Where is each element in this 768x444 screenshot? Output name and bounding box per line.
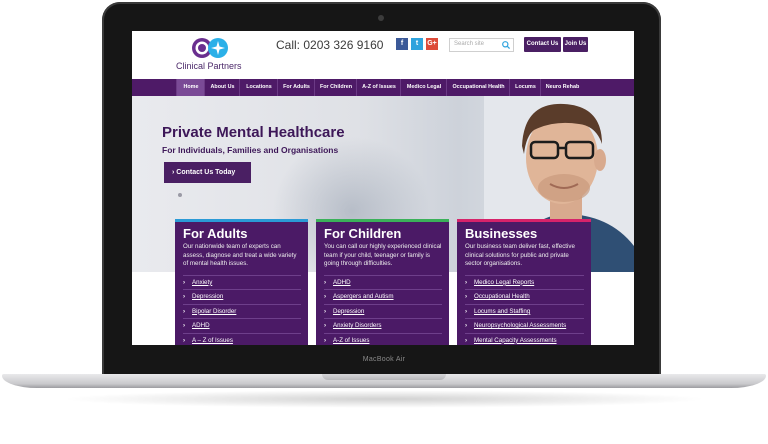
list-item[interactable]: › Mental Capacity Assessments	[465, 332, 584, 345]
chevron-right-icon: ›	[465, 293, 468, 301]
chevron-right-icon: ›	[324, 322, 327, 330]
nav-neuro-rehab[interactable]: Neuro Rehab	[540, 79, 584, 96]
hero-title: Private Mental Healthcare	[162, 124, 345, 141]
chevron-right-icon: ›	[465, 278, 468, 286]
nav-occupational-health[interactable]: Occupational Health	[446, 79, 510, 96]
contact-us-button[interactable]: Contact Us	[524, 37, 561, 52]
nav-about-us[interactable]: About Us	[204, 79, 240, 96]
nav-locations[interactable]: Locations	[239, 79, 278, 96]
chevron-right-icon: ›	[183, 307, 186, 315]
nav-locums[interactable]: Locums	[509, 79, 541, 96]
list-item[interactable]: › Anxiety	[183, 274, 301, 290]
list-item[interactable]: › Anxiety Disorders	[324, 318, 442, 333]
chevron-right-icon: ›	[324, 278, 327, 286]
laptop-notch	[322, 374, 446, 380]
nav-medico-legal[interactable]: Medico Legal	[400, 79, 447, 96]
list-item[interactable]: › ADHD	[183, 318, 301, 333]
search-placeholder: Search site	[454, 41, 485, 47]
list-item[interactable]: › Locums and Staffing	[465, 303, 584, 319]
logo-icon[interactable]	[190, 37, 232, 59]
chevron-right-icon: ›	[465, 336, 468, 344]
card-title[interactable]: For Children	[324, 226, 442, 241]
site-header: Clinical Partners Call: 0203 326 9160 f …	[132, 31, 634, 79]
card-description: Our nationwide team of experts can asses…	[183, 243, 297, 268]
laptop-mockup: MacBook Air Clinical Partners Call: 0203…	[0, 0, 768, 444]
card-accent-bar	[457, 219, 591, 222]
hero-subtitle: For Individuals, Families and Organisati…	[162, 145, 339, 155]
chevron-right-icon: ›	[183, 293, 186, 301]
main-nav: Home About Us Locations For Adults For C…	[132, 79, 634, 96]
list-item[interactable]: › A – Z of Issues	[183, 332, 301, 345]
list-item[interactable]: › ADHD	[324, 274, 442, 290]
twitter-icon[interactable]: t	[411, 38, 423, 50]
website-screen: Clinical Partners Call: 0203 326 9160 f …	[132, 31, 634, 345]
chevron-right-icon: ›	[183, 336, 186, 344]
list-item[interactable]: › A-Z of Issues	[324, 332, 442, 345]
search-icon[interactable]	[501, 40, 511, 50]
facebook-icon[interactable]: f	[396, 38, 408, 50]
card-description: Our business team deliver fast, effectiv…	[465, 243, 575, 268]
nav-for-adults[interactable]: For Adults	[277, 79, 315, 96]
list-item[interactable]: › Bipolar Disorder	[183, 303, 301, 319]
nav-home[interactable]: Home	[176, 79, 205, 96]
contact-us-today-button[interactable]: › Contact Us Today	[164, 162, 251, 183]
card-for-children: For Children You can call our highly exp…	[316, 219, 449, 345]
search-input[interactable]: Search site	[449, 38, 514, 52]
list-item[interactable]: › Aspergers and Autism	[324, 289, 442, 304]
chevron-right-icon: ›	[183, 278, 186, 286]
laptop-shadow	[60, 390, 708, 408]
list-item[interactable]: › Depression	[183, 289, 301, 304]
cta-label: Contact Us Today	[176, 169, 236, 176]
camera-icon	[378, 15, 384, 21]
list-item[interactable]: › Neuropsychological Assessments	[465, 318, 584, 333]
nav-a-z-of-issues[interactable]: A-Z of Issues	[356, 79, 401, 96]
chevron-right-icon: ›	[465, 307, 468, 315]
list-item[interactable]: › Depression	[324, 303, 442, 319]
card-accent-bar	[175, 219, 308, 222]
card-title[interactable]: For Adults	[183, 226, 301, 241]
laptop-brand-label: MacBook Air	[362, 356, 406, 363]
chevron-right-icon: ›	[324, 293, 327, 301]
card-for-adults: For Adults Our nationwide team of expert…	[175, 219, 308, 345]
list-item[interactable]: › Medico Legal Reports	[465, 274, 584, 290]
join-us-button[interactable]: Join Us	[563, 37, 588, 52]
chevron-right-icon: ›	[324, 307, 327, 315]
card-businesses: Businesses Our business team deliver fas…	[457, 219, 591, 345]
logo-text[interactable]: Clinical Partners	[176, 61, 242, 71]
nav-for-children[interactable]: For Children	[314, 79, 357, 96]
card-description: You can call our highly experienced clin…	[324, 243, 442, 268]
chevron-right-icon: ›	[183, 322, 186, 330]
card-title[interactable]: Businesses	[465, 226, 584, 241]
carousel-dot[interactable]	[178, 193, 182, 197]
card-accent-bar	[316, 219, 449, 222]
google-plus-icon[interactable]: G+	[426, 38, 438, 50]
chevron-right-icon: ›	[324, 336, 327, 344]
phone-number[interactable]: Call: 0203 326 9160	[276, 38, 383, 52]
chevron-right-icon: ›	[465, 322, 468, 330]
list-item[interactable]: › Occupational Health	[465, 289, 584, 304]
